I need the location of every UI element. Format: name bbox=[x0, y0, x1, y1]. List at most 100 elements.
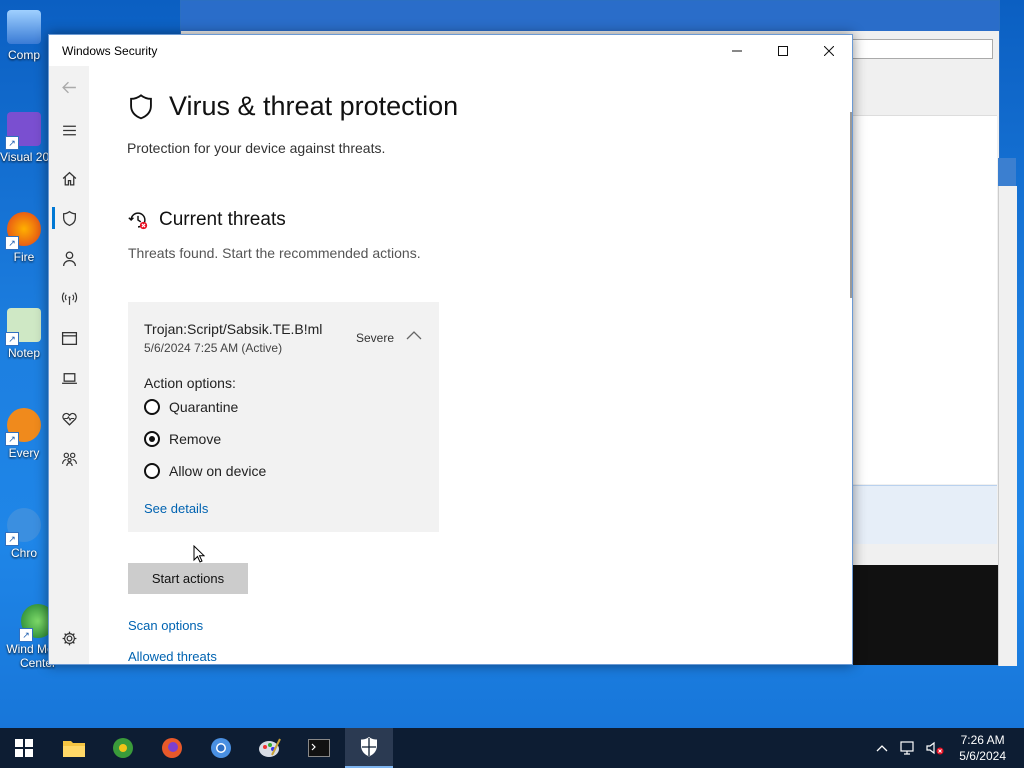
heart-icon bbox=[61, 412, 77, 426]
antenna-icon bbox=[61, 291, 77, 305]
radio-remove[interactable]: Remove bbox=[144, 431, 221, 447]
action-options-label: Action options: bbox=[144, 375, 236, 391]
radio-quarantine[interactable]: Quarantine bbox=[144, 399, 238, 415]
shield-icon bbox=[62, 210, 76, 226]
nav-app-browser-control[interactable] bbox=[49, 321, 89, 355]
nav-settings[interactable] bbox=[49, 621, 89, 655]
start-icon bbox=[15, 739, 33, 757]
nav-virus-protection[interactable] bbox=[49, 201, 89, 235]
maximize-icon bbox=[778, 45, 788, 56]
desktop-icon-computer[interactable]: Comp bbox=[0, 10, 48, 62]
volume-muted-icon[interactable] bbox=[925, 740, 945, 756]
desktop-icon-firefox[interactable]: ↗ Fire bbox=[0, 212, 48, 264]
chevron-up-tray-icon[interactable] bbox=[875, 743, 889, 753]
taskbar-chrome-old[interactable] bbox=[99, 728, 147, 768]
windows-security-window: Windows Security Virus & threat protecti… bbox=[48, 34, 853, 665]
clock-time: 7:26 AM bbox=[960, 733, 1005, 747]
chevron-up-icon[interactable] bbox=[404, 328, 424, 344]
threats-summary: Threats found. Start the recommended act… bbox=[128, 245, 421, 261]
chrome-desktop-icon: ↗ bbox=[5, 508, 41, 546]
system-tray: 7:26 AM 5/6/2024 bbox=[875, 728, 1024, 768]
computer-icon bbox=[7, 10, 41, 44]
terminal-icon bbox=[308, 739, 330, 757]
see-details-link[interactable]: See details bbox=[144, 501, 208, 516]
shield-heading-icon bbox=[130, 93, 152, 119]
mouse-cursor-icon bbox=[193, 545, 205, 563]
radio-circle[interactable] bbox=[144, 463, 160, 479]
nav-home[interactable] bbox=[49, 161, 89, 195]
desktop-icon-everything[interactable]: ↗ Every bbox=[0, 408, 48, 460]
file-explorer-icon bbox=[63, 741, 85, 757]
everything-icon: ↗ bbox=[5, 408, 41, 446]
window-title: Windows Security bbox=[62, 44, 158, 58]
background-window-titlebar bbox=[181, 1, 999, 31]
radio-allow-on-device[interactable]: Allow on device bbox=[144, 463, 266, 479]
threat-date: 5/6/2024 7:25 AM (Active) bbox=[144, 341, 283, 355]
firefox-desktop-icon: ↗ bbox=[5, 212, 41, 250]
gear-icon bbox=[62, 631, 76, 645]
close-icon bbox=[824, 45, 834, 56]
threats-title: Current threats bbox=[159, 209, 286, 230]
menu-button[interactable] bbox=[49, 113, 89, 147]
threat-severity: Severe bbox=[356, 331, 395, 345]
title-bar: Windows Security bbox=[49, 35, 852, 66]
start-button[interactable] bbox=[0, 728, 48, 768]
navigation-sidebar bbox=[49, 66, 89, 664]
threat-history-icon bbox=[128, 212, 148, 230]
nav-device-security[interactable] bbox=[49, 361, 89, 395]
content-scrollbar[interactable] bbox=[847, 66, 852, 666]
radio-circle-selected[interactable] bbox=[144, 431, 160, 447]
background-search-box[interactable] bbox=[851, 39, 993, 59]
home-icon bbox=[62, 171, 76, 186]
desktop-icon-chrome[interactable]: ↗ Chro bbox=[0, 508, 48, 560]
minimize-icon bbox=[732, 50, 742, 51]
background-content-pane bbox=[853, 115, 997, 484]
threat-card: Trojan:Script/Sabsik.TE.B!ml 5/6/2024 7:… bbox=[128, 302, 439, 532]
nav-family-options[interactable] bbox=[49, 441, 89, 475]
hamburger-icon bbox=[62, 125, 76, 135]
allowed-threats-link[interactable]: Allowed threats bbox=[128, 649, 217, 664]
radio-label: Quarantine bbox=[169, 399, 239, 415]
windows-security-icon bbox=[361, 737, 377, 757]
notepad-icon: ↗ bbox=[5, 308, 41, 346]
nav-device-performance[interactable] bbox=[49, 401, 89, 435]
start-actions-button[interactable]: Start actions bbox=[128, 563, 248, 594]
minimize-button[interactable] bbox=[714, 35, 760, 66]
main-content: Virus & threat protection Protection for… bbox=[89, 66, 852, 664]
nav-account-protection[interactable] bbox=[49, 241, 89, 275]
page-subtitle: Protection for your device against threa… bbox=[127, 140, 386, 156]
back-arrow-icon bbox=[61, 81, 76, 93]
radio-circle[interactable] bbox=[144, 399, 160, 415]
visual-studio-icon: ↗ bbox=[5, 112, 41, 150]
scrollbar-thumb[interactable] bbox=[850, 112, 852, 298]
taskbar-chromium[interactable] bbox=[197, 728, 245, 768]
taskbar: 7:26 AM 5/6/2024 bbox=[0, 728, 1024, 768]
taskbar-file-explorer[interactable] bbox=[50, 728, 98, 768]
clock-date: 5/6/2024 bbox=[959, 749, 1006, 763]
maximize-button[interactable] bbox=[760, 35, 806, 66]
back-button[interactable] bbox=[49, 70, 89, 104]
browser-icon bbox=[61, 331, 77, 345]
family-icon bbox=[61, 452, 77, 466]
background-scrollbar[interactable] bbox=[998, 186, 1017, 666]
threats-heading: Current threats bbox=[127, 209, 286, 231]
close-button[interactable] bbox=[806, 35, 852, 66]
nav-firewall[interactable] bbox=[49, 281, 89, 315]
desktop-icon-visual-studio[interactable]: ↗ Visual 20 bbox=[0, 112, 48, 164]
taskbar-paint[interactable] bbox=[246, 728, 294, 768]
scan-options-link[interactable]: Scan options bbox=[128, 618, 203, 633]
background-strip bbox=[998, 158, 1016, 186]
clock[interactable]: 7:26 AM 5/6/2024 bbox=[959, 732, 1006, 764]
chrome-old-icon bbox=[113, 738, 133, 758]
taskbar-firefox[interactable] bbox=[148, 728, 196, 768]
threat-name: Trojan:Script/Sabsik.TE.B!ml bbox=[144, 321, 323, 337]
background-details-pane bbox=[853, 485, 997, 544]
page-heading: Virus & threat protection bbox=[127, 91, 458, 122]
radio-label: Remove bbox=[169, 431, 222, 447]
radio-label: Allow on device bbox=[169, 463, 267, 479]
person-icon bbox=[62, 250, 76, 266]
taskbar-terminal[interactable] bbox=[295, 728, 343, 768]
network-icon[interactable] bbox=[899, 740, 917, 756]
desktop-icon-notepad[interactable]: ↗ Notep bbox=[0, 308, 48, 360]
taskbar-windows-security[interactable] bbox=[345, 728, 393, 768]
